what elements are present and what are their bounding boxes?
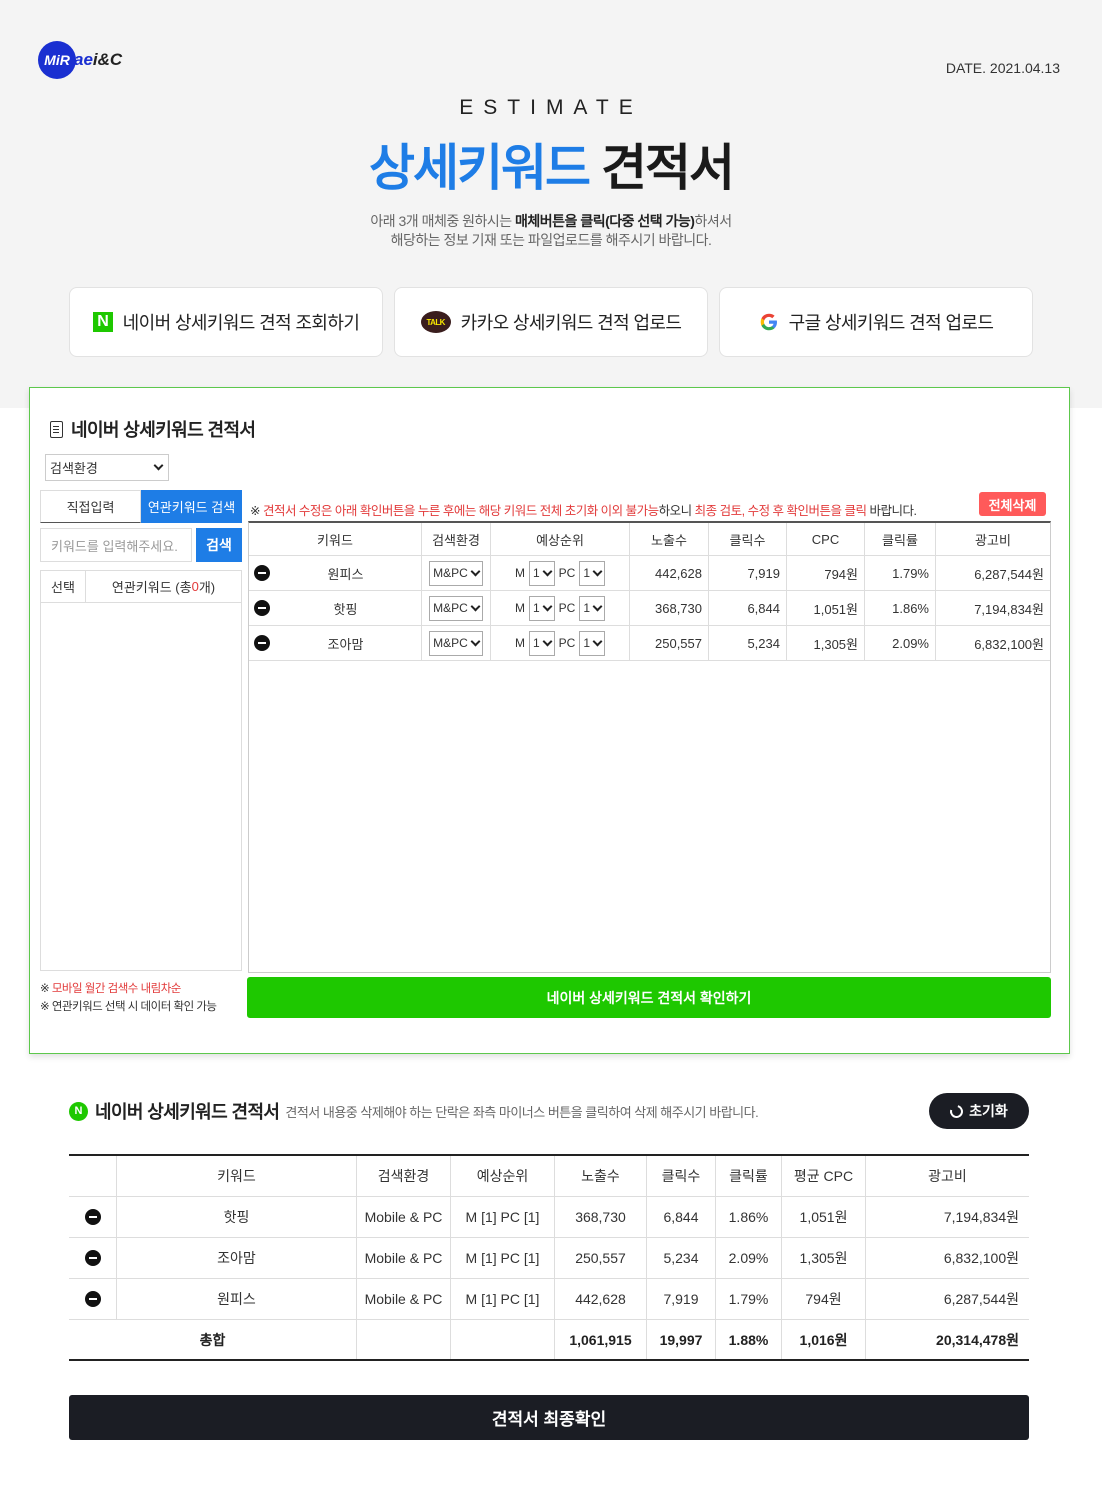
chevron-down-icon (542, 601, 553, 611)
kakao-talk-icon: TALK (420, 311, 451, 333)
pc-rank-select[interactable]: 1 (579, 630, 606, 656)
remove-row-icon[interactable] (254, 635, 270, 651)
chevron-down-icon (542, 566, 553, 576)
google-icon (759, 312, 779, 332)
search-env-select[interactable]: 검색환경 (45, 454, 169, 481)
table-total-row: 총합 1,061,915 19,997 1.88% 1,016원 20,314,… (69, 1320, 1029, 1361)
keyword-search-input[interactable]: 키워드를 입력해주세요. (40, 528, 192, 562)
refresh-icon (947, 1102, 966, 1120)
table-header: 키워드 검색환경 예상순위 노출수 클릭수 클릭률 평균 CPC 광고비 (69, 1156, 1029, 1197)
tab-direct-input[interactable]: 직접입력 (40, 490, 141, 523)
keyword-input-tabs: 직접입력 연관키워드 검색 (40, 490, 242, 523)
panel-title: 네이버 상세키워드 견적서 (50, 416, 256, 442)
summary-description: 견적서 내용중 삭제해야 하는 단락은 좌측 마이너스 버튼을 클릭하여 삭제 … (285, 1104, 759, 1120)
col-select: 선택 (41, 571, 86, 602)
page-title: 상세키워드 견적서 (369, 140, 735, 196)
remove-row-icon[interactable] (254, 600, 270, 616)
naver-estimate-panel: 네이버 상세키워드 견적서 검색환경 직접입력 연관키워드 검색 키워드를 입력… (29, 387, 1070, 1054)
naver-icon: N (69, 1101, 88, 1121)
pc-rank-select[interactable]: 1 (579, 560, 606, 586)
table-row: 원피스 Mobile & PC M [1] PC [1] 442,628 7,9… (69, 1279, 1029, 1320)
pc-rank-select[interactable]: 1 (579, 595, 606, 621)
related-keyword-header: 선택 연관키워드 (총 0 개) (41, 571, 241, 603)
document-icon (50, 420, 63, 438)
chevron-down-icon (542, 636, 553, 646)
company-logo[interactable]: MiR aei&C (38, 40, 122, 80)
env-select[interactable]: M&PC (429, 560, 483, 586)
keyword-estimate-table: 키워드 검색환경 예상순위 노출수 클릭수 CPC 클릭률 광고비 원피스 M&… (248, 521, 1051, 973)
tab-related-keyword-search[interactable]: 연관키워드 검색 (141, 490, 242, 523)
keyword-search-button[interactable]: 검색 (196, 528, 242, 562)
chevron-down-icon (592, 636, 603, 646)
related-keyword-list: 선택 연관키워드 (총 0 개) (40, 570, 242, 971)
summary-title: N 네이버 상세키워드 견적서 견적서 내용중 삭제해야 하는 단락은 좌측 마… (69, 1098, 759, 1124)
remove-row-icon[interactable] (84, 1209, 101, 1225)
reset-button[interactable]: 초기화 (929, 1093, 1029, 1129)
chevron-down-icon (470, 566, 481, 576)
chevron-down-icon (592, 566, 603, 576)
edit-warning: ※ 견적서 수정은 아래 확인버튼을 누른 후에는 해당 키워드 전체 초기화 … (250, 504, 917, 518)
logo-text: aei&C (74, 50, 123, 69)
table-row: 조아맘 M&PC M 1 PC 1 250,557 5,234 1,305원 2.09… (249, 626, 1050, 661)
chevron-down-icon (470, 601, 481, 611)
page-subtitle: ESTIMATE (459, 96, 643, 119)
naver-estimate-button[interactable]: N 네이버 상세키워드 견적 조회하기 (69, 287, 383, 357)
table-row: 핫핑 Mobile & PC M [1] PC [1] 368,730 6,84… (69, 1197, 1029, 1238)
remove-row-icon[interactable] (254, 565, 270, 581)
chevron-down-icon (592, 601, 603, 611)
table-header: 키워드 검색환경 예상순위 노출수 클릭수 CPC 클릭률 광고비 (249, 523, 1050, 556)
intro-text: 아래 3개 매체중 원하시는 매체버튼을 클릭(다중 선택 가능)하셔서 해당하… (370, 213, 732, 248)
chevron-down-icon (153, 460, 164, 471)
delete-all-button[interactable]: 전체삭제 (979, 492, 1046, 516)
env-select[interactable]: M&PC (429, 630, 483, 656)
logo-mark: MiR (38, 41, 76, 79)
estimate-date: DATE. 2021.04.13 (945, 60, 1060, 76)
mobile-rank-select[interactable]: 1 (528, 560, 555, 586)
mobile-rank-select[interactable]: 1 (528, 630, 555, 656)
chevron-down-icon (470, 636, 481, 646)
mobile-rank-select[interactable]: 1 (528, 595, 555, 621)
table-row: 조아맘 Mobile & PC M [1] PC [1] 250,557 5,2… (69, 1238, 1029, 1279)
table-row: 원피스 M&PC M 1 PC 1 442,628 7,919 794원 1.79% … (249, 556, 1050, 591)
table-row: 핫핑 M&PC M 1 PC 1 368,730 6,844 1,051원 1.86%… (249, 591, 1050, 626)
google-estimate-button[interactable]: 구글 상세키워드 견적 업로드 (719, 287, 1033, 357)
related-keyword-notes: ※ 모바일 월간 검색수 내림차순 ※ 연관키워드 선택 시 데이터 확인 가능 (40, 983, 217, 1013)
naver-confirm-button[interactable]: 네이버 상세키워드 견적서 확인하기 (247, 977, 1051, 1018)
remove-row-icon[interactable] (84, 1250, 101, 1266)
final-confirm-button[interactable]: 견적서 최종확인 (69, 1395, 1029, 1440)
naver-icon: N (92, 312, 113, 332)
col-related-keyword: 연관키워드 (총 0 개) (111, 579, 216, 595)
env-select[interactable]: M&PC (429, 595, 483, 621)
summary-table: 키워드 검색환경 예상순위 노출수 클릭수 클릭률 평균 CPC 광고비 핫핑 … (69, 1154, 1029, 1361)
remove-row-icon[interactable] (84, 1291, 101, 1307)
kakao-estimate-button[interactable]: TALK 카카오 상세키워드 견적 업로드 (394, 287, 708, 357)
